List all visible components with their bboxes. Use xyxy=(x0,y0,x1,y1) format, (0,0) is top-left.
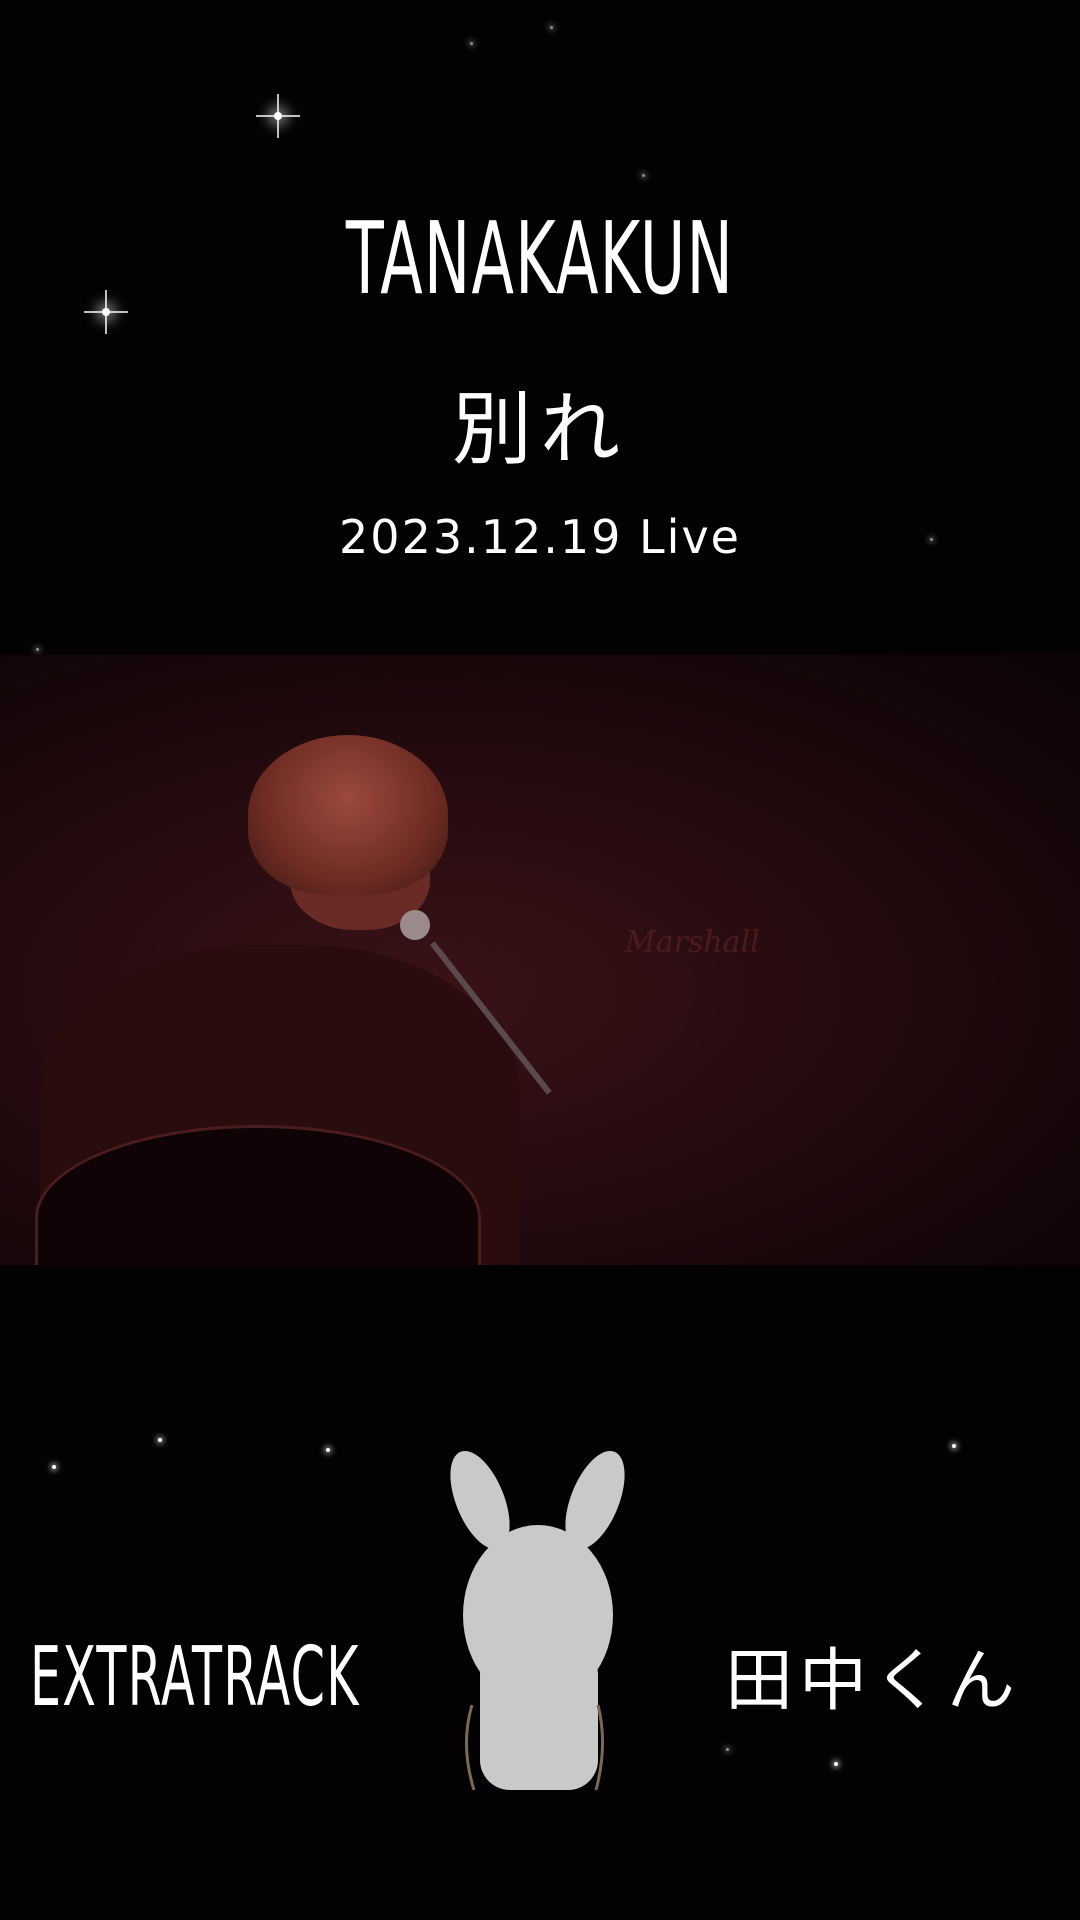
star-icon xyxy=(36,648,39,651)
star-icon xyxy=(274,112,282,120)
star-icon xyxy=(642,174,645,177)
artist-name-jp: 田中くん xyxy=(725,1642,1022,1721)
live-date: 2023.12.19 Live xyxy=(339,510,741,564)
star-icon xyxy=(726,1748,729,1751)
star-icon xyxy=(158,1438,162,1442)
star-icon xyxy=(470,42,473,45)
song-title: 別れ xyxy=(452,383,628,476)
extratrack-label: EXTRATRACK xyxy=(30,1630,360,1725)
star-icon xyxy=(52,1465,56,1469)
star-icon xyxy=(102,308,110,316)
star-icon xyxy=(952,1444,956,1448)
star-icon xyxy=(550,26,553,29)
star-icon xyxy=(834,1762,838,1766)
microphone-icon xyxy=(400,910,430,940)
bunny-icon xyxy=(450,1450,625,1790)
performer-hair xyxy=(248,735,448,895)
amp-logo: Marshall xyxy=(625,925,760,960)
live-video-frame[interactable]: Marshall xyxy=(0,655,1080,1265)
star-icon xyxy=(326,1448,330,1452)
artist-title: TANAKAKUN xyxy=(345,200,735,317)
